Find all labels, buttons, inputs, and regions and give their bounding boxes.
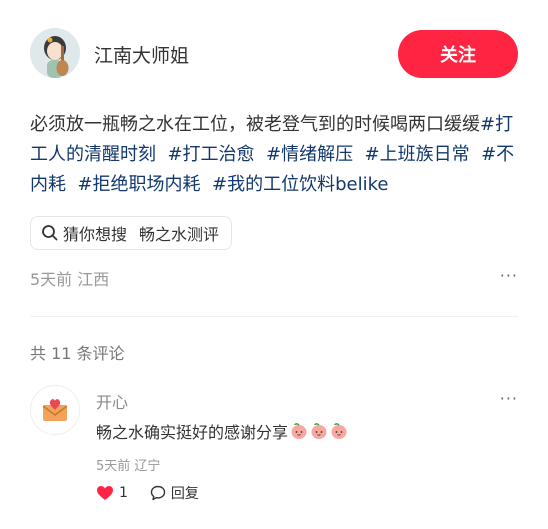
search-prefix: 猜你想搜 xyxy=(63,225,128,244)
commenter-avatar[interactable] xyxy=(30,385,80,435)
peach-emoji-icon xyxy=(311,423,327,439)
post-body: 必须放一瓶畅之水在工位，被老登气到的时候喝两口缓缓 xyxy=(30,114,480,135)
tag-link[interactable]: #上班族日常 xyxy=(365,144,470,165)
like-count: 1 xyxy=(119,485,128,501)
heart-icon xyxy=(97,486,113,500)
comment-text-row: 畅之水确实挺好的感谢分享 xyxy=(96,419,348,443)
comment-count: 共 11 条评论 xyxy=(30,344,125,363)
search-suggestion-chip[interactable]: 猜你想搜 畅之水测评 xyxy=(30,216,233,250)
reply-bubble-icon xyxy=(150,485,166,501)
tag-link[interactable]: #情绪解压 xyxy=(266,144,353,165)
more-options-button[interactable]: ··· xyxy=(500,266,518,285)
post-meta-row: 5天前 江西 ··· xyxy=(30,266,518,290)
avatar-illustration-icon xyxy=(30,28,80,78)
tag-link[interactable]: #打工治愈 xyxy=(167,144,254,165)
like-button[interactable]: 1 xyxy=(96,485,128,501)
comment-item: 开心 ··· 畅之水确实挺好的感谢分享 5天前 辽宁 1 回复 xyxy=(30,385,518,515)
post-meta: 5天前 江西 xyxy=(30,270,110,289)
divider xyxy=(30,316,518,317)
author-avatar[interactable] xyxy=(30,28,80,78)
comment-actions: 1 回复 xyxy=(96,483,221,503)
comment-meta: 5天前 辽宁 xyxy=(96,459,161,474)
post-content: 必须放一瓶畅之水在工位，被老登气到的时候喝两口缓缓#打工人的清醒时刻 #打工治愈… xyxy=(30,110,525,200)
peach-emoji-icon xyxy=(291,423,307,439)
tag-link[interactable]: #我的工位饮料belike xyxy=(212,174,388,195)
comment-text: 畅之水确实挺好的感谢分享 xyxy=(96,423,289,442)
heart-envelope-icon xyxy=(42,399,68,421)
peach-emoji-icon xyxy=(331,423,347,439)
reply-button[interactable]: 回复 xyxy=(150,483,199,503)
follow-button[interactable]: 关注 xyxy=(398,30,518,78)
tag-link[interactable]: #拒绝职场内耗 xyxy=(77,174,200,195)
author-name[interactable]: 江南大师姐 xyxy=(94,41,189,68)
comment-more-button[interactable]: ··· xyxy=(500,389,518,408)
search-term: 畅之水测评 xyxy=(139,225,220,244)
commenter-name[interactable]: 开心 xyxy=(96,389,128,413)
author-row: 江南大师姐 关注 xyxy=(30,28,518,80)
search-icon xyxy=(42,225,58,241)
reply-label: 回复 xyxy=(170,486,199,502)
